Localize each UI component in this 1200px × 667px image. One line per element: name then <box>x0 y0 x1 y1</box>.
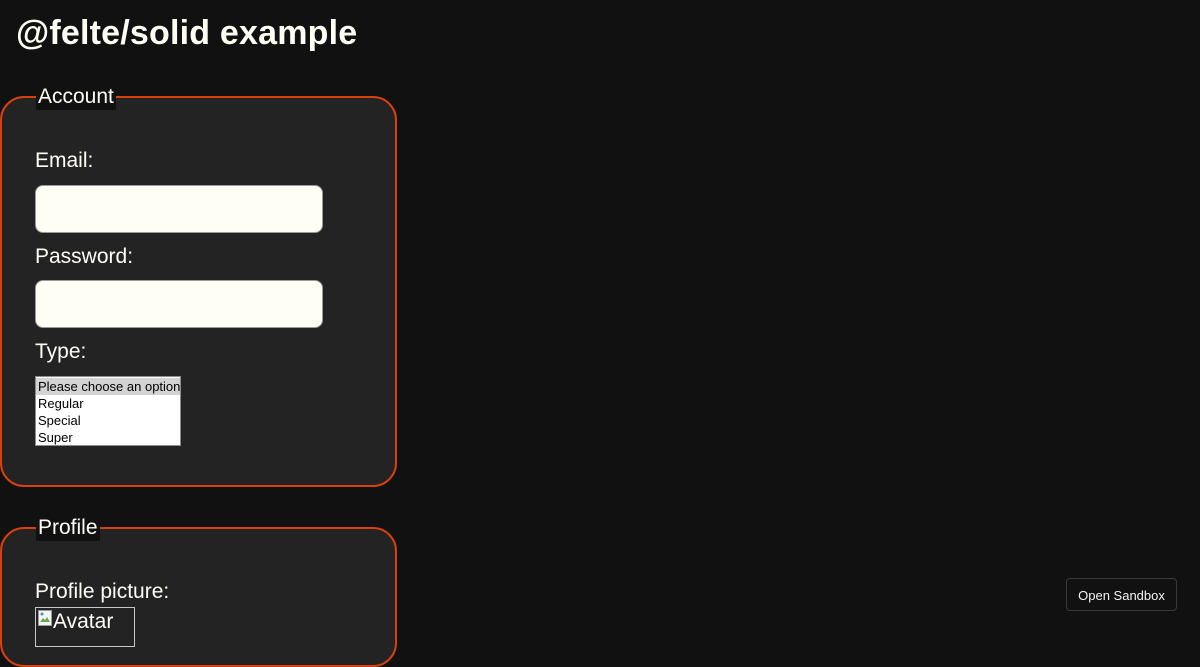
profile-legend: Profile <box>36 515 100 541</box>
type-label: Type: <box>35 340 87 363</box>
account-legend: Account <box>36 84 116 110</box>
type-option-special[interactable]: Special <box>36 412 180 429</box>
type-option-super[interactable]: Super <box>36 429 180 445</box>
email-label: Email: <box>35 149 94 172</box>
password-field[interactable] <box>35 280 323 328</box>
type-option-placeholder[interactable]: Please choose an option <box>36 378 180 395</box>
type-select[interactable]: Please choose an option Regular Special … <box>35 376 181 446</box>
open-sandbox-button[interactable]: Open Sandbox <box>1066 578 1177 611</box>
avatar-alt-text: Avatar <box>53 610 114 633</box>
profile-fieldset: Profile Profile picture: Avatar <box>0 515 397 667</box>
avatar[interactable]: Avatar <box>35 607 135 647</box>
password-label: Password: <box>35 245 134 268</box>
account-fieldset: Account Email: Password: Type: Please ch… <box>0 84 397 487</box>
broken-image-icon <box>38 610 52 626</box>
profile-picture-label: Profile picture: <box>35 580 170 603</box>
page-title: @felte/solid example <box>16 14 358 52</box>
email-field[interactable] <box>35 185 323 233</box>
type-option-regular[interactable]: Regular <box>36 395 180 412</box>
